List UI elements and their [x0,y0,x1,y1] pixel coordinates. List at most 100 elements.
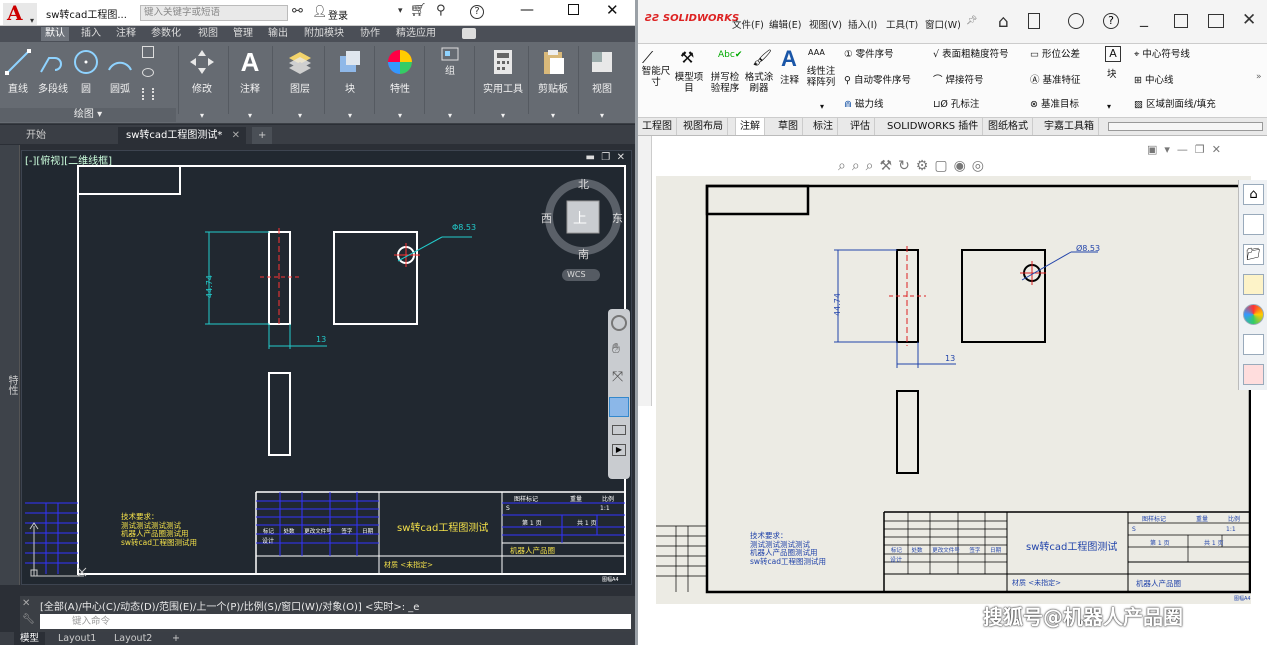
solidworks-logo[interactable]: ƧƧ SOLIDWORKS [645,13,739,24]
zoom-extents-icon[interactable]: ⤧ [612,369,623,385]
tab-view[interactable]: 视图 [198,27,218,41]
solidworks-resources-icon[interactable]: ⌂ [1243,184,1264,205]
sw-minimize-button[interactable]: _ [1140,8,1148,27]
draw-panel-title[interactable]: 绘图 ▾ [0,108,176,122]
hole-dimension-sw[interactable]: Ø8.53 [1076,244,1100,253]
geometric-tolerance-button[interactable]: ▭ 形位公差 [1030,46,1080,60]
login-link[interactable]: 登录 [328,7,348,22]
tab-collaborate[interactable]: 协作 [360,27,380,41]
compass-east[interactable]: 东 [612,210,623,226]
menu-window[interactable]: 窗口(W) [925,17,961,31]
new-tab-button[interactable]: + [252,127,273,144]
tab-insert[interactable]: 插入 [81,27,101,41]
annotation-panel-button[interactable]: A 注释 ▾ [232,44,268,122]
smart-dimension-button[interactable]: 智能尺寸 [640,66,672,88]
tab-evaluate[interactable]: 评估 [846,118,875,135]
toolbox-icon[interactable] [1243,364,1264,385]
rectangle-icon[interactable] [142,46,154,58]
play-icon[interactable]: ▶ [612,444,626,456]
viewcube-top-face[interactable]: 上 [573,208,587,228]
tab-parametric[interactable]: 参数化 [151,27,181,41]
view-window-controls[interactable]: ▣ ▾ — ❐ ✕ [1147,143,1221,156]
center-mark-button[interactable]: ⌖ 中心符号线 [1134,46,1190,60]
note-button[interactable]: 注释 [780,72,799,86]
sw-close-button[interactable]: ✕ [1242,10,1256,30]
tab-close-icon[interactable]: ✕ [232,127,240,144]
home-icon[interactable]: ⌂ [998,12,1009,32]
tabs-scroll[interactable] [1108,122,1263,131]
hole-callout-button[interactable]: ⊔Ø 孔标注 [933,96,979,110]
tab-output[interactable]: 输出 [268,27,288,41]
search-input[interactable]: 键入关键字或短语 [140,5,288,21]
tab-dimension[interactable]: 标注 [809,118,838,135]
datum-target-button[interactable]: ⊗ 基准目标 [1030,96,1079,110]
menu-tools[interactable]: 工具(T) [886,17,918,31]
compass-south[interactable]: 南 [578,246,589,262]
tab-layout2[interactable]: Layout2 [108,632,158,645]
custom-properties-icon[interactable] [1243,334,1264,355]
command-close-icon[interactable]: ✕ [22,598,30,609]
binoculars-icon[interactable]: ⚯ [292,4,303,19]
pin-icon[interactable]: 📌︎ [966,16,977,26]
menu-view[interactable]: 视图(V) [809,17,842,31]
utilities-panel-button[interactable]: 实用工具 ▾ [480,44,526,122]
minimize-button[interactable]: — [520,2,534,18]
tab-addins[interactable]: 附加模块 [304,27,344,41]
tab-toolbox[interactable]: 宇嘉工具箱 [1040,118,1099,135]
command-settings-icon[interactable]: 🔧︎ [22,614,35,625]
sw-restore-button[interactable] [1174,14,1188,28]
close-button[interactable]: ✕ [606,1,619,19]
heads-up-view-toolbar[interactable]: ⌕⌕⌕⚒↻⚙▢◉◎ [838,158,990,174]
tab-layout1[interactable]: Layout1 [52,632,102,645]
clipboard-panel-button[interactable]: 剪贴板 ▾ [532,44,574,122]
wcs-menu[interactable]: WCS [567,270,586,279]
linear-note-pattern-button[interactable]: 线性注释阵列 [804,66,838,88]
height-dimension-sw[interactable]: 44.74 [833,293,842,316]
auto-balloon-button[interactable]: ⚲ 自动零件序号 [844,72,911,86]
layers-panel-button[interactable]: 图层 ▾ [280,44,320,122]
tab-drawing-sw[interactable]: 工程图 [638,118,677,135]
group-panel-button[interactable]: 组 ▾ [430,44,470,122]
weld-symbol-button[interactable]: ⌒ 焊接符号 [933,72,984,86]
pan-hand-icon[interactable]: ✋︎ [612,341,620,357]
balloon-button[interactable]: ① 零件序号 [844,46,894,60]
hatch-icon[interactable] [142,88,154,100]
ribbon-expand-icon[interactable]: » [1256,72,1262,82]
tab-annotation[interactable]: 注解 [735,118,765,135]
network-icon[interactable]: ⚲ [436,3,446,18]
datum-feature-button[interactable]: Ⓐ 基准特征 [1030,72,1081,86]
area-hatch-button[interactable]: ▨ 区域剖面线/填充 [1134,96,1216,110]
magnetic-line-button[interactable]: ⋒ 磁力线 [844,96,884,110]
properties-side-panel[interactable]: 特性 [0,145,20,585]
user-account-icon[interactable] [1068,13,1084,29]
centerline-button[interactable]: ⊞ 中心线 [1134,72,1174,86]
tab-sheet-format[interactable]: 图纸格式 [984,118,1033,135]
file-explorer-icon[interactable]: 📁︎ [1243,244,1264,265]
tab-default[interactable]: 默认 [41,27,69,41]
ribbon-toggle-icon[interactable] [462,28,476,39]
steering-wheel-icon[interactable] [611,315,627,331]
tab-start[interactable]: 开始 [18,127,54,144]
model-viewport[interactable]: [-][俯视][二维线框] ▬ ❐ ✕ Φ8.53 44.74 13 技术要求：… [21,150,632,585]
properties-panel-button[interactable]: 特性 ▾ [380,44,420,122]
command-input[interactable]: 键入命令 [40,614,631,629]
help-icon-sw[interactable]: ? [1103,13,1119,29]
surface-finish-button[interactable]: √ 表面粗糙度符号 [933,46,1009,60]
tab-view-layout[interactable]: 视图布局 [679,118,728,135]
block-button-sw[interactable]: 块 [1107,66,1117,80]
model-items-button[interactable]: 模型项目 [674,72,704,94]
help-icon[interactable]: ? [470,5,484,19]
hole-dimension[interactable]: Φ8.53 [452,223,476,232]
tab-manage[interactable]: 管理 [233,27,253,41]
login-dropdown-icon[interactable]: ▾ [398,6,403,16]
menu-insert[interactable]: 插入(I) [848,17,877,31]
menu-edit[interactable]: 编辑(E) [769,17,801,31]
tab-model[interactable]: 模型 [14,632,46,645]
tab-drawing[interactable]: sw转cad工程图测试* ✕ [118,127,246,144]
pattern-dropdown-icon[interactable]: ▾ [820,102,824,111]
maximize-button[interactable] [568,4,579,15]
menu-file[interactable]: 文件(F) [732,17,764,31]
user-icon[interactable]: 👤︎ [312,4,327,18]
view-palette-icon[interactable] [1243,274,1264,295]
sw-maximize-button[interactable] [1208,14,1224,28]
